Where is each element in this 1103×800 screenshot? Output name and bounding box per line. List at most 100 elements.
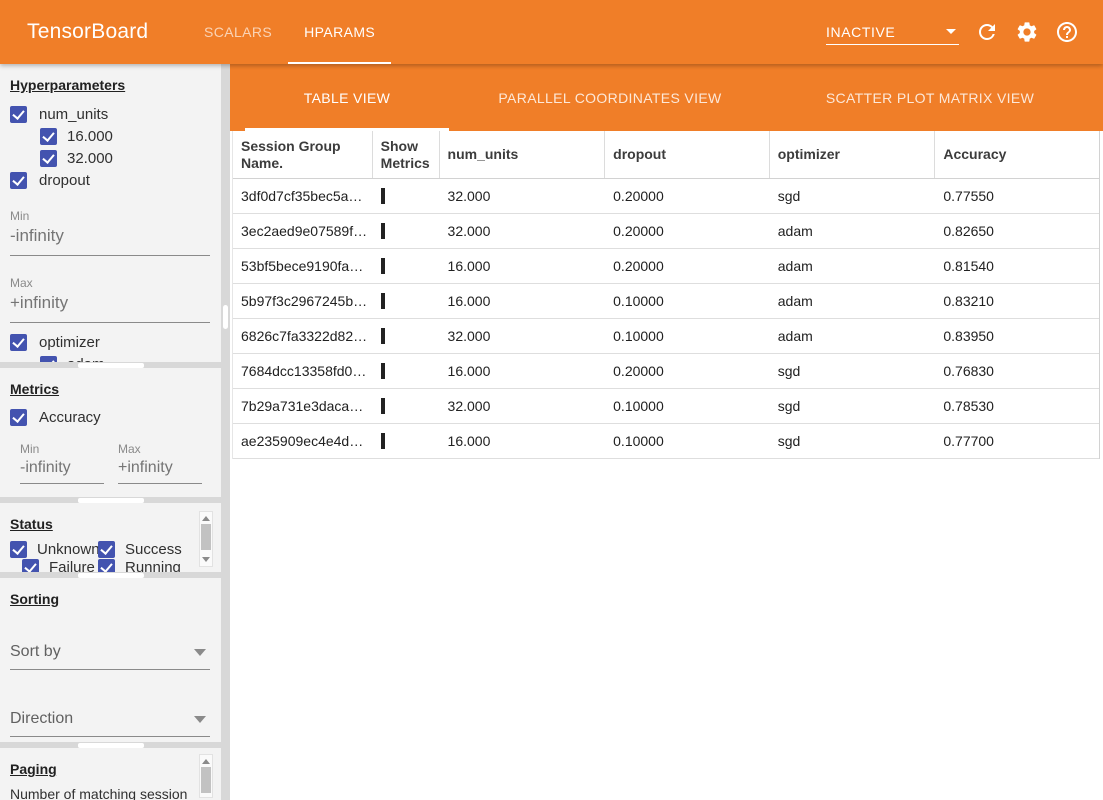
paging-title: Paging [10, 761, 57, 777]
hparam-num-units-row: num_units [10, 105, 221, 123]
num-units-value: 16.000 [440, 363, 606, 379]
show-metrics-checkbox[interactable] [381, 293, 385, 309]
accuracy-value: 0.81540 [935, 258, 1099, 274]
chevron-down-icon [194, 649, 206, 656]
scroll-up-icon[interactable] [202, 516, 210, 521]
column-header-num-units[interactable]: num_units [440, 131, 606, 178]
checkbox-success[interactable] [98, 541, 115, 558]
scrollbar-thumb[interactable] [201, 524, 211, 550]
checkbox-failure[interactable] [22, 559, 39, 573]
checkbox-accuracy[interactable] [10, 409, 27, 426]
dropout-value: 0.20000 [605, 188, 770, 204]
app-logo: TensorBoard [27, 20, 148, 44]
checkbox-dropout[interactable] [10, 172, 27, 189]
dropout-max-input[interactable] [10, 290, 210, 323]
direction-label: Direction [10, 710, 73, 728]
tab-parallel-coordinates-view[interactable]: PARALLEL COORDINATES VIEW [449, 64, 771, 131]
direction-select[interactable]: Direction [10, 710, 210, 737]
show-metrics-cell [373, 258, 440, 274]
scrollbar-thumb[interactable] [201, 767, 211, 793]
column-header-dropout[interactable]: dropout [605, 131, 770, 178]
checkbox-running[interactable] [98, 559, 115, 573]
column-header-show-metrics[interactable]: Show Metrics [373, 131, 440, 178]
nav-tab-scalars[interactable]: SCALARS [188, 0, 288, 64]
accuracy-label: Accuracy [39, 409, 101, 426]
help-icon[interactable] [1055, 20, 1079, 44]
show-metrics-cell [373, 398, 440, 414]
num-units-option-label: 32.000 [67, 150, 113, 167]
nav-tab-hparams[interactable]: HPARAMS [288, 0, 391, 64]
session-group-name: 53bf5bece9190fa… [233, 258, 373, 274]
table-row: 3df0d7cf35bec5a… 32.000 0.20000 sgd 0.77… [233, 179, 1099, 214]
nav-tab-hparams-label: HPARAMS [304, 24, 375, 40]
checkbox-adam[interactable] [40, 356, 57, 363]
show-metrics-cell [373, 363, 440, 379]
show-metrics-checkbox[interactable] [381, 188, 385, 204]
show-metrics-checkbox[interactable] [381, 398, 385, 414]
optimizer-value: sgd [770, 188, 936, 204]
session-group-table: Session Group Name. Show Metrics num_uni… [232, 131, 1100, 459]
metric-accuracy-row: Accuracy [10, 408, 221, 426]
checkbox-16[interactable] [40, 128, 57, 145]
status-scrollbar[interactable] [199, 511, 213, 567]
accuracy-max-input[interactable] [118, 456, 202, 484]
dropout-value: 0.10000 [605, 328, 770, 344]
num-units-value: 32.000 [440, 188, 606, 204]
tab-scatter-plot-matrix-view[interactable]: SCATTER PLOT MATRIX VIEW [771, 64, 1089, 131]
column-header-session-group-name[interactable]: Session Group Name. [233, 131, 373, 178]
status-success-row: Success [98, 540, 188, 558]
checkbox-optimizer[interactable] [10, 334, 27, 351]
top-app-bar: TensorBoard SCALARS HPARAMS INACTIVE [0, 0, 1103, 64]
active-tab-indicator [245, 128, 449, 131]
dropout-value: 0.20000 [605, 258, 770, 274]
column-header-optimizer[interactable]: optimizer [770, 131, 936, 178]
scroll-up-icon[interactable] [202, 759, 210, 764]
paging-scrollbar[interactable] [199, 754, 213, 798]
view-tab-bar: TABLE VIEW PARALLEL COORDINATES VIEW SCA… [230, 64, 1103, 131]
sort-by-select[interactable]: Sort by [10, 643, 210, 670]
accuracy-value: 0.82650 [935, 223, 1099, 239]
paging-panel: Paging Number of matching session groups… [0, 748, 221, 800]
accuracy-value: 0.77550 [935, 188, 1099, 204]
status-options: Unknown Success Failure Running [0, 540, 221, 572]
table-row: ae235909ec4e4d… 16.000 0.10000 sgd 0.777… [233, 424, 1099, 459]
metrics-title: Metrics [10, 381, 59, 397]
table-row: 3ec2aed9e07589f… 32.000 0.20000 adam 0.8… [233, 214, 1099, 249]
session-group-name: 3ec2aed9e07589f… [233, 223, 373, 239]
show-metrics-checkbox[interactable] [381, 433, 385, 449]
show-metrics-checkbox[interactable] [381, 223, 385, 239]
hparam-dropout-row: dropout [10, 171, 221, 189]
show-metrics-cell [373, 188, 440, 204]
show-metrics-checkbox[interactable] [381, 328, 385, 344]
checkbox-unknown[interactable] [10, 541, 27, 558]
table-row: 5b97f3c2967245b… 16.000 0.10000 adam 0.8… [233, 284, 1099, 319]
status-option-label: Unknown [37, 541, 100, 558]
optimizer-value: adam [770, 293, 936, 309]
show-metrics-checkbox[interactable] [381, 258, 385, 274]
sidebar-scrollbar-thumb[interactable] [223, 305, 228, 329]
show-metrics-checkbox[interactable] [381, 363, 385, 379]
hyperparameters-panel: Hyperparameters num_units 16.000 32.000 … [0, 64, 221, 362]
accuracy-min-input[interactable] [20, 456, 104, 484]
num-units-value: 16.000 [440, 293, 606, 309]
table-row: 7b29a731e3daca… 32.000 0.10000 sgd 0.785… [233, 389, 1099, 424]
checkbox-32[interactable] [40, 150, 57, 167]
table-header-row: Session Group Name. Show Metrics num_uni… [233, 131, 1099, 179]
settings-gear-icon[interactable] [1015, 20, 1039, 44]
tab-table-view[interactable]: TABLE VIEW [245, 64, 449, 131]
optimizer-value: adam [770, 328, 936, 344]
optimizer-value: sgd [770, 398, 936, 414]
tab-table-view-label: TABLE VIEW [304, 90, 390, 106]
session-group-name: 5b97f3c2967245b… [233, 293, 373, 309]
run-status-dropdown[interactable]: INACTIVE [826, 19, 959, 45]
dropout-value: 0.10000 [605, 433, 770, 449]
checkbox-num-units[interactable] [10, 106, 27, 123]
status-panel: Status Unknown Success Failure Running [0, 503, 221, 572]
column-header-accuracy[interactable]: Accuracy [935, 131, 1099, 178]
refresh-icon[interactable] [975, 20, 999, 44]
max-label: Max [10, 276, 221, 290]
num-units-value: 16.000 [440, 433, 606, 449]
dropout-min-input[interactable] [10, 223, 210, 256]
num-units-label: num_units [39, 106, 108, 123]
scroll-down-icon[interactable] [202, 557, 210, 562]
